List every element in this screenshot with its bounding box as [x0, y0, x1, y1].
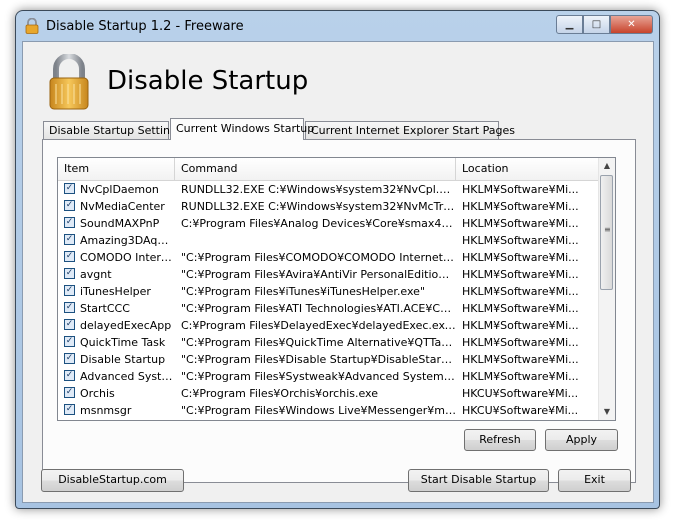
cell-command: RUNDLL32.EXE C:¥Windows¥system32¥NvCpl.d…: [181, 183, 456, 196]
table-row[interactable]: ✓ Orchis C:¥Program Files¥Orchis¥orchis.ex…: [58, 385, 599, 402]
refresh-button[interactable]: Refresh: [464, 429, 536, 451]
column-header-item[interactable]: Item: [58, 158, 175, 180]
cell-item: avgnt: [80, 268, 112, 281]
cell-item: Orchis: [80, 387, 115, 400]
table-row[interactable]: ✓ iTunesHelper "C:¥Program Files¥iTunes¥iT…: [58, 283, 599, 300]
cell-location: HKLM¥Software¥Mi...: [462, 336, 579, 349]
vertical-scrollbar[interactable]: ▲ ≡ ▼: [598, 158, 615, 420]
cell-location: HKLM¥Software¥Mi...: [462, 251, 579, 264]
cell-item: Advanced Syste...: [80, 370, 175, 383]
table-row[interactable]: ✓ QuickTime Task "C:¥Program Files¥QuickTi…: [58, 334, 599, 351]
website-button[interactable]: DisableStartup.com: [41, 469, 184, 492]
cell-command: "C:¥Program Files¥COMODO¥COMODO Internet…: [181, 251, 456, 264]
minimize-button[interactable]: ▁: [556, 15, 583, 34]
cell-item: StartCCC: [80, 302, 130, 315]
cell-location: HKLM¥Software¥Mi...: [462, 353, 579, 366]
cell-location: HKLM¥Software¥Mi...: [462, 200, 579, 213]
cell-item: NvCplDaemon: [80, 183, 159, 196]
maximize-icon: □: [591, 19, 602, 30]
cell-command: "C:¥Program Files¥ATI Technologies¥ATI.A…: [181, 302, 456, 315]
cell-command: C:¥Program Files¥Analog Devices¥Core¥sma…: [181, 217, 456, 230]
grip-icon: ≡: [604, 225, 611, 234]
table-row[interactable]: ✓ SoundMAXPnP C:¥Program Files¥Analog Devi…: [58, 215, 599, 232]
cell-location: HKLM¥Software¥Mi...: [462, 234, 579, 247]
cell-location: HKCU¥Software¥Mi...: [462, 387, 579, 400]
cell-item: COMODO Intern...: [80, 251, 175, 264]
cell-item: QuickTime Task: [80, 336, 166, 349]
tab-current-windows-startup[interactable]: Current Windows Startup: [170, 118, 314, 140]
table-row[interactable]: ✓ Advanced Syste... "C:¥Program Files¥Syst…: [58, 368, 599, 385]
tab-current-ie-start-pages[interactable]: Current Internet Explorer Start Pages: [305, 121, 515, 139]
cell-command: "C:¥Program Files¥Disable Startup¥Disabl…: [181, 353, 456, 366]
close-icon: ✕: [627, 19, 636, 30]
padlock-icon: [25, 18, 39, 34]
cell-command: "C:¥Program Files¥Avira¥AntiVir Personal…: [181, 268, 456, 281]
cell-item: msnmsgr: [80, 404, 132, 417]
close-button[interactable]: ✕: [610, 15, 653, 34]
table-row[interactable]: ✓ delayedExecApp C:¥Program Files¥DelayedE…: [58, 317, 599, 334]
cell-location: HKLM¥Software¥Mi...: [462, 183, 579, 196]
scroll-up-icon[interactable]: ▲: [599, 158, 615, 174]
table-row[interactable]: ✓ avgnt "C:¥Program Files¥Avira¥AntiVir Pe…: [58, 266, 599, 283]
app-window: Disable Startup 1.2 - Freeware ▁ □ ✕ Dis…: [15, 10, 660, 509]
cell-item: Amazing3DAquar...: [80, 234, 175, 247]
cell-command: C:¥Program Files¥DelayedExec¥delayedExec…: [181, 319, 456, 332]
window-title: Disable Startup 1.2 - Freeware: [46, 19, 244, 34]
cell-location: HKLM¥Software¥Mi...: [462, 319, 579, 332]
padlock-icon: [49, 54, 89, 110]
scroll-down-icon[interactable]: ▼: [599, 404, 615, 420]
tab-disable-startup-settings[interactable]: Disable Startup Settings: [43, 121, 183, 139]
cell-location: HKLM¥Software¥Mi...: [462, 268, 579, 281]
tab-panel: Item Command Location ✓ NvCplDaemon RUNDLL…: [42, 139, 636, 483]
cell-command: C:¥Program Files¥Orchis¥orchis.exe: [181, 387, 379, 400]
app-heading: Disable Startup: [107, 66, 309, 96]
table-row[interactable]: ✓ COMODO Intern... "C:¥Program Files¥COMOD…: [58, 249, 599, 266]
cell-location: HKLM¥Software¥Mi...: [462, 370, 579, 383]
cell-item: delayedExecApp: [80, 319, 172, 332]
start-disable-startup-button[interactable]: Start Disable Startup: [408, 469, 549, 492]
cell-item: iTunesHelper: [80, 285, 151, 298]
cell-command: "C:¥Program Files¥iTunes¥iTunesHelper.ex…: [181, 285, 426, 298]
exit-button[interactable]: Exit: [558, 469, 631, 492]
table-row[interactable]: ✓ Amazing3DAquar... HKLM¥Software¥Mi...: [58, 232, 599, 249]
column-header-location[interactable]: Location: [456, 158, 599, 180]
cell-item: SoundMAXPnP: [80, 217, 160, 230]
table-row[interactable]: ✓ msnmsgr "C:¥Program Files¥Windows Live¥M…: [58, 402, 599, 419]
list-header: Item Command Location: [58, 158, 599, 181]
cell-command: RUNDLL32.EXE C:¥Windows¥system32¥NvMcTra…: [181, 200, 456, 213]
table-row[interactable]: ✓ NvMediaCenter RUNDLL32.EXE C:¥Windows¥sy…: [58, 198, 599, 215]
cell-item: NvMediaCenter: [80, 200, 165, 213]
column-header-command[interactable]: Command: [175, 158, 456, 180]
client-area: Disable Startup Disable Startup Settings…: [22, 41, 654, 503]
cell-location: HKCU¥Software¥Mi...: [462, 404, 579, 417]
scroll-thumb[interactable]: ≡: [600, 175, 613, 290]
cell-location: HKLM¥Software¥Mi...: [462, 285, 579, 298]
cell-command: "C:¥Program Files¥Windows Live¥Messenger…: [181, 404, 456, 417]
table-row[interactable]: ✓ NvCplDaemon RUNDLL32.EXE C:¥Windows¥syst…: [58, 181, 599, 198]
maximize-button[interactable]: □: [583, 15, 610, 34]
apply-button[interactable]: Apply: [545, 429, 618, 451]
table-row[interactable]: ✓ Disable Startup "C:¥Program Files¥Disabl…: [58, 351, 599, 368]
cell-location: HKLM¥Software¥Mi...: [462, 217, 579, 230]
cell-command: "C:¥Program Files¥QuickTime Alternative¥…: [181, 336, 456, 349]
table-row[interactable]: ✓ StartCCC "C:¥Program Files¥ATI Technolog…: [58, 300, 599, 317]
title-bar[interactable]: Disable Startup 1.2 - Freeware ▁ □ ✕: [16, 11, 659, 41]
cell-command: [175, 232, 456, 249]
cell-item: Disable Startup: [80, 353, 166, 366]
cell-location: HKLM¥Software¥Mi...: [462, 302, 579, 315]
startup-list[interactable]: Item Command Location ✓ NvCplDaemon RUNDLL…: [57, 157, 616, 421]
cell-command: "C:¥Program Files¥Systweak¥Advanced Syst…: [181, 370, 456, 383]
minimize-icon: ▁: [565, 19, 574, 30]
